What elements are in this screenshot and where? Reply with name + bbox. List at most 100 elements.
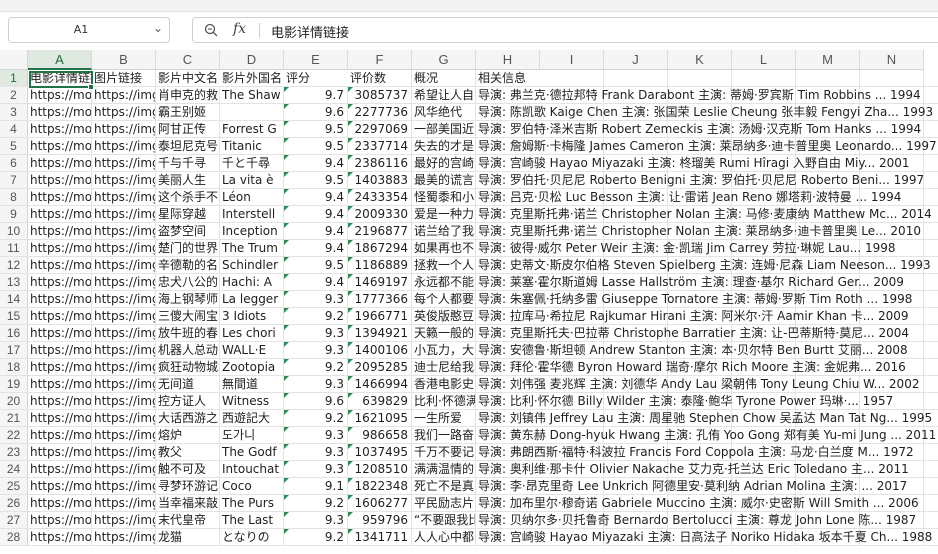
cell-b[interactable]: https://img bbox=[92, 291, 156, 308]
cell-e[interactable]: 9.3 bbox=[284, 376, 348, 393]
row-header[interactable]: 23 bbox=[0, 444, 28, 461]
cell-e[interactable]: 9.3 bbox=[284, 444, 348, 461]
cell-b[interactable]: https://img bbox=[92, 87, 156, 104]
column-header-b[interactable]: B bbox=[92, 50, 156, 70]
cell-h[interactable]: 导演: 加布里尔·穆奇诺 Gabriele Muccino 主演: 威尔·史密斯… bbox=[476, 495, 938, 512]
cell-g[interactable]: 风华绝代 bbox=[412, 104, 476, 121]
cell-d[interactable]: The Last bbox=[220, 512, 284, 529]
cell-b[interactable]: 图片链接 bbox=[92, 70, 156, 87]
cell-c[interactable]: 忠犬八公的 bbox=[156, 274, 220, 291]
cell-e[interactable]: 9.1 bbox=[284, 478, 348, 495]
cell-c[interactable]: 辛德勒的名 bbox=[156, 257, 220, 274]
cell-a[interactable]: https://mo bbox=[28, 274, 92, 291]
cell-c[interactable]: 肖申克的救 bbox=[156, 87, 220, 104]
cell-f[interactable]: 1341711 bbox=[348, 529, 412, 546]
cell-b[interactable]: https://img bbox=[92, 155, 156, 172]
cell-f[interactable]: 1867294 bbox=[348, 240, 412, 257]
cell-f[interactable]: 639829 bbox=[348, 393, 412, 410]
column-header-i[interactable]: I bbox=[540, 50, 604, 70]
row-header[interactable]: 21 bbox=[0, 410, 28, 427]
cell-h[interactable]: 导演: 朱塞佩·托纳多雷 Giuseppe Tornatore 主演: 蒂姆·罗… bbox=[476, 291, 938, 308]
row-header[interactable]: 12 bbox=[0, 257, 28, 274]
cell-d[interactable]: WALL·E bbox=[220, 342, 284, 359]
cell-a[interactable]: https://mo bbox=[28, 121, 92, 138]
cell-h[interactable]: 导演: 黄东赫 Dong-hyuk Hwang 主演: 孔侑 Yoo Gong … bbox=[476, 427, 938, 444]
cell-h[interactable]: 导演: 罗伯托·贝尼尼 Roberto Benigni 主演: 罗伯托·贝尼尼 … bbox=[476, 172, 938, 189]
cell-e[interactable]: 9.4 bbox=[284, 223, 348, 240]
row-header[interactable]: 17 bbox=[0, 342, 28, 359]
cell-e[interactable]: 9.2 bbox=[284, 410, 348, 427]
cell-c[interactable]: 三傻大闹宝 bbox=[156, 308, 220, 325]
cell-h[interactable]: 导演: 贝纳尔多·贝托鲁奇 Bernardo Bertolucci 主演: 尊龙… bbox=[476, 512, 938, 529]
cell-e[interactable]: 9.3 bbox=[284, 291, 348, 308]
cell-a[interactable]: https://mo bbox=[28, 495, 92, 512]
cell-h[interactable]: 导演: 罗伯特·泽米吉斯 Robert Zemeckis 主演: 汤姆·汉克斯 … bbox=[476, 121, 938, 138]
cell-e[interactable]: 9.6 bbox=[284, 104, 348, 121]
cell-c[interactable]: 影片中文名 bbox=[156, 70, 220, 87]
cell-f[interactable]: 986658 bbox=[348, 427, 412, 444]
cell-g[interactable]: 小瓦力，大 bbox=[412, 342, 476, 359]
cell-a[interactable]: https://mo bbox=[28, 529, 92, 546]
row-header[interactable]: 25 bbox=[0, 478, 28, 495]
cell-d[interactable]: 西遊記大 bbox=[220, 410, 284, 427]
cell-c[interactable]: 寻梦环游记 bbox=[156, 478, 220, 495]
cell-g[interactable]: 天籁一般的 bbox=[412, 325, 476, 342]
cell-a[interactable]: https://mo bbox=[28, 87, 92, 104]
column-header-j[interactable]: J bbox=[604, 50, 668, 70]
row-header[interactable]: 3 bbox=[0, 104, 28, 121]
cell-g[interactable]: 每个人都要 bbox=[412, 291, 476, 308]
cell-g[interactable]: 怪蜀黍和小 bbox=[412, 189, 476, 206]
cell-c[interactable]: 泰坦尼克号 bbox=[156, 138, 220, 155]
column-header-h[interactable]: H bbox=[476, 50, 540, 70]
cell-g[interactable]: 最美的谎言 bbox=[412, 172, 476, 189]
cell-e[interactable]: 9.2 bbox=[284, 308, 348, 325]
cell-g[interactable]: 永远都不能 bbox=[412, 274, 476, 291]
cell-b[interactable]: https://img bbox=[92, 138, 156, 155]
cell-a[interactable]: https://mo bbox=[28, 461, 92, 478]
cell-d[interactable]: Intouchat bbox=[220, 461, 284, 478]
cell-d[interactable]: Titanic bbox=[220, 138, 284, 155]
cell-h[interactable]: 导演: 比利·怀尔德 Billy Wilder 主演: 泰隆·鲍华 Tyrone… bbox=[476, 393, 938, 410]
cell-d[interactable]: Hachi: A bbox=[220, 274, 284, 291]
cell-c[interactable]: 当幸福来敲 bbox=[156, 495, 220, 512]
row-header[interactable]: 8 bbox=[0, 189, 28, 206]
cell-h[interactable]: 导演: 安德鲁·斯坦顿 Andrew Stanton 主演: 本·贝尔特 Ben… bbox=[476, 342, 938, 359]
cell-b[interactable]: https://img bbox=[92, 325, 156, 342]
cell-g[interactable]: 诺兰给了我 bbox=[412, 223, 476, 240]
cell-d[interactable]: Les chori bbox=[220, 325, 284, 342]
cell-d[interactable]: 千と千尋 bbox=[220, 155, 284, 172]
row-header[interactable]: 4 bbox=[0, 121, 28, 138]
cell-b[interactable]: https://img bbox=[92, 342, 156, 359]
row-header[interactable]: 22 bbox=[0, 427, 28, 444]
cell-h[interactable]: 导演: 克里斯托夫·巴拉蒂 Christophe Barratier 主演: 让… bbox=[476, 325, 938, 342]
row-header[interactable]: 6 bbox=[0, 155, 28, 172]
select-all-corner[interactable] bbox=[0, 50, 28, 70]
row-header[interactable]: 14 bbox=[0, 291, 28, 308]
row-header[interactable]: 5 bbox=[0, 138, 28, 155]
column-header-m[interactable]: M bbox=[796, 50, 860, 70]
cell-c[interactable]: 机器人总动 bbox=[156, 342, 220, 359]
cell-e[interactable]: 9.7 bbox=[284, 87, 348, 104]
cell-b[interactable]: https://img bbox=[92, 104, 156, 121]
cell-e[interactable]: 9.3 bbox=[284, 461, 348, 478]
cell-f[interactable]: 1822348 bbox=[348, 478, 412, 495]
cell-a[interactable]: https://mo bbox=[28, 393, 92, 410]
row-header[interactable]: 10 bbox=[0, 223, 28, 240]
cell-g[interactable]: 死亡不是真 bbox=[412, 478, 476, 495]
cell-c[interactable]: 放牛班的春 bbox=[156, 325, 220, 342]
cell-e[interactable]: 9.4 bbox=[284, 274, 348, 291]
cell-b[interactable]: https://img bbox=[92, 206, 156, 223]
row-header[interactable]: 2 bbox=[0, 87, 28, 104]
cell-b[interactable]: https://img bbox=[92, 478, 156, 495]
column-header-f[interactable]: F bbox=[348, 50, 412, 70]
cell-f[interactable]: 1606277 bbox=[348, 495, 412, 512]
cell-a[interactable]: https://mo bbox=[28, 291, 92, 308]
cell-d[interactable]: Witness bbox=[220, 393, 284, 410]
cell-e[interactable]: 9.5 bbox=[284, 121, 348, 138]
cell-c[interactable]: 无间道 bbox=[156, 376, 220, 393]
chevron-down-icon[interactable]: ⌄ bbox=[153, 21, 163, 35]
function-icon[interactable]: fx bbox=[233, 21, 246, 37]
fill-handle[interactable] bbox=[88, 84, 94, 90]
cell-e[interactable]: 9.3 bbox=[284, 427, 348, 444]
cell-c[interactable]: 阿甘正传 bbox=[156, 121, 220, 138]
